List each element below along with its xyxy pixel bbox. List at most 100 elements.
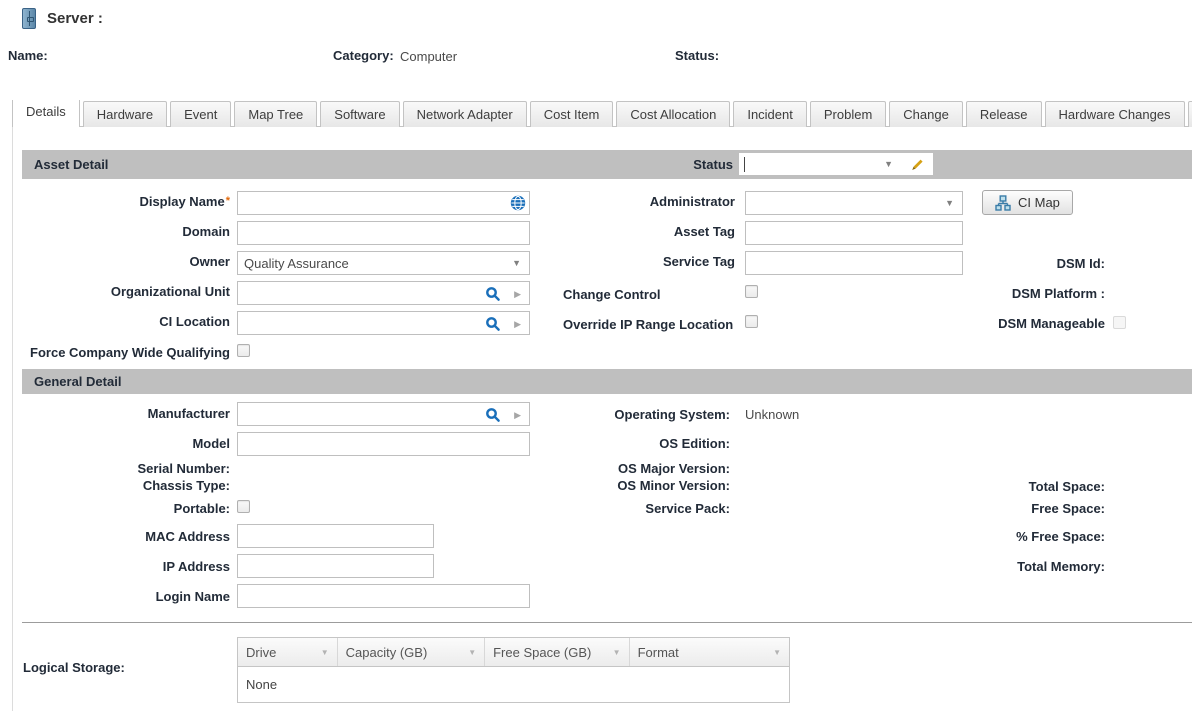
- tab-hardware[interactable]: Hardware: [83, 101, 167, 127]
- chevron-right-icon[interactable]: ▶: [514, 411, 521, 420]
- status-header-label: Status:: [675, 48, 719, 63]
- chevron-right-icon[interactable]: ▶: [514, 320, 521, 329]
- tab-bar: DetailsHardwareEventMap TreeSoftwareNetw…: [12, 100, 1192, 127]
- manufacturer-picker[interactable]: ▶: [237, 402, 530, 426]
- display-name-label: Display Name*: [8, 194, 230, 209]
- organizational-unit-picker[interactable]: ▶: [237, 281, 530, 305]
- operating-system-label: Operating System:: [545, 407, 730, 422]
- free-space-label: Free Space:: [905, 501, 1105, 516]
- tab-software-changes[interactable]: Software Changes: [1188, 101, 1192, 127]
- owner-select[interactable]: Quality Assurance ▼: [237, 251, 530, 275]
- pct-free-space-label: % Free Space:: [905, 529, 1105, 544]
- column-header-free-space-gb-[interactable]: Free Space (GB) ▼: [485, 638, 629, 666]
- tab-hardware-changes[interactable]: Hardware Changes: [1045, 101, 1185, 127]
- tab-event[interactable]: Event: [170, 101, 231, 127]
- mac-address-input[interactable]: [237, 524, 434, 548]
- server-ci-form: Server : Name: Category: Computer Status…: [0, 0, 1192, 711]
- login-name-label: Login Name: [8, 589, 230, 604]
- filter-icon[interactable]: ▼: [773, 648, 781, 657]
- change-control-label: Change Control: [563, 287, 661, 302]
- search-icon[interactable]: [485, 286, 501, 302]
- tab-map-tree[interactable]: Map Tree: [234, 101, 317, 127]
- login-name-input[interactable]: [237, 584, 530, 608]
- chevron-down-icon[interactable]: ▼: [884, 160, 893, 169]
- dsm-id-label: DSM Id:: [905, 256, 1105, 271]
- page-title: Server :: [47, 10, 103, 27]
- dsm-manageable-checkbox[interactable]: [1113, 316, 1126, 329]
- filter-icon[interactable]: ▼: [321, 648, 329, 657]
- required-marker: *: [226, 195, 230, 207]
- force-company-wide-qualifying-label: Force Company Wide Qualifying: [8, 345, 230, 360]
- search-icon[interactable]: [485, 316, 501, 332]
- override-ip-range-location-checkbox[interactable]: [745, 315, 758, 328]
- organizational-unit-label: Organizational Unit: [8, 284, 230, 299]
- os-edition-label: OS Edition:: [545, 436, 730, 451]
- search-icon[interactable]: [485, 407, 501, 423]
- serial-number-label: Serial Number:: [8, 461, 230, 476]
- override-ip-range-location-label: Override IP Range Location: [563, 317, 733, 332]
- ip-address-input[interactable]: [237, 554, 434, 578]
- org-chart-icon: [995, 195, 1011, 211]
- general-detail-section-header: General Detail: [22, 369, 1192, 394]
- asset-tag-input[interactable]: [745, 221, 963, 245]
- ci-location-label: CI Location: [8, 314, 230, 329]
- ci-location-picker[interactable]: ▶: [237, 311, 530, 335]
- column-header-capacity-gb-[interactable]: Capacity (GB)▼: [338, 638, 485, 666]
- tab-network-adapter[interactable]: Network Adapter: [403, 101, 527, 127]
- force-company-wide-qualifying-checkbox[interactable]: [237, 344, 250, 357]
- status-field-label: Status: [600, 157, 733, 172]
- column-label: Drive: [246, 645, 276, 660]
- change-control-checkbox[interactable]: [745, 285, 758, 298]
- column-header-drive[interactable]: Drive ▼: [238, 638, 338, 666]
- column-label: Free Space (GB): [493, 645, 591, 660]
- portable-checkbox[interactable]: [237, 500, 250, 513]
- logical-storage-header: Drive▼Capacity (GB)▼Free Space (GB)▼Form…: [238, 638, 789, 667]
- operating-system-value: Unknown: [745, 407, 799, 422]
- model-label: Model: [8, 436, 230, 451]
- ci-map-button[interactable]: CI Map: [982, 190, 1073, 215]
- model-input[interactable]: [237, 432, 530, 456]
- tab-cost-allocation[interactable]: Cost Allocation: [616, 101, 730, 127]
- chevron-right-icon[interactable]: ▶: [514, 290, 521, 299]
- tab-change[interactable]: Change: [889, 101, 963, 127]
- dsm-manageable-label: DSM Manageable: [905, 316, 1105, 331]
- column-header-format[interactable]: Format ▼: [630, 638, 789, 666]
- display-name-input[interactable]: [237, 191, 530, 215]
- text-cursor: [744, 157, 745, 172]
- tab-details[interactable]: Details: [12, 100, 80, 127]
- table-row: None: [238, 667, 789, 702]
- logical-storage-label: Logical Storage:: [23, 660, 125, 675]
- tab-problem[interactable]: Problem: [810, 101, 886, 127]
- asset-detail-title: Asset Detail: [34, 157, 108, 172]
- mac-address-label: MAC Address: [8, 529, 230, 544]
- domain-label: Domain: [8, 224, 230, 239]
- tab-release[interactable]: Release: [966, 101, 1042, 127]
- total-memory-label: Total Memory:: [905, 559, 1105, 574]
- total-space-label: Total Space:: [905, 479, 1105, 494]
- chassis-type-label: Chassis Type:: [8, 478, 230, 493]
- logical-storage-empty: None: [246, 677, 277, 692]
- server-icon: [22, 8, 36, 29]
- os-minor-version-label: OS Minor Version:: [545, 478, 730, 493]
- dsm-platform-label: DSM Platform :: [905, 286, 1105, 301]
- chevron-down-icon[interactable]: ▼: [945, 199, 954, 208]
- owner-select-value: Quality Assurance: [244, 256, 349, 271]
- domain-input[interactable]: [237, 221, 530, 245]
- general-detail-title: General Detail: [34, 374, 121, 389]
- pencil-icon[interactable]: [909, 157, 925, 173]
- administrator-select[interactable]: ▼: [745, 191, 963, 215]
- tab-software[interactable]: Software: [320, 101, 399, 127]
- category-value: Computer: [400, 49, 457, 64]
- filter-icon[interactable]: ▼: [613, 648, 621, 657]
- asset-tag-label: Asset Tag: [505, 224, 735, 239]
- tab-cost-item[interactable]: Cost Item: [530, 101, 614, 127]
- service-tag-label: Service Tag: [505, 254, 735, 269]
- tab-incident[interactable]: Incident: [733, 101, 807, 127]
- column-label: Format: [638, 645, 679, 660]
- portable-label: Portable:: [8, 501, 230, 516]
- status-combobox[interactable]: ▼: [738, 152, 934, 176]
- service-pack-label: Service Pack:: [545, 501, 730, 516]
- administrator-label: Administrator: [505, 194, 735, 209]
- filter-icon[interactable]: ▼: [468, 648, 476, 657]
- os-major-version-label: OS Major Version:: [545, 461, 730, 476]
